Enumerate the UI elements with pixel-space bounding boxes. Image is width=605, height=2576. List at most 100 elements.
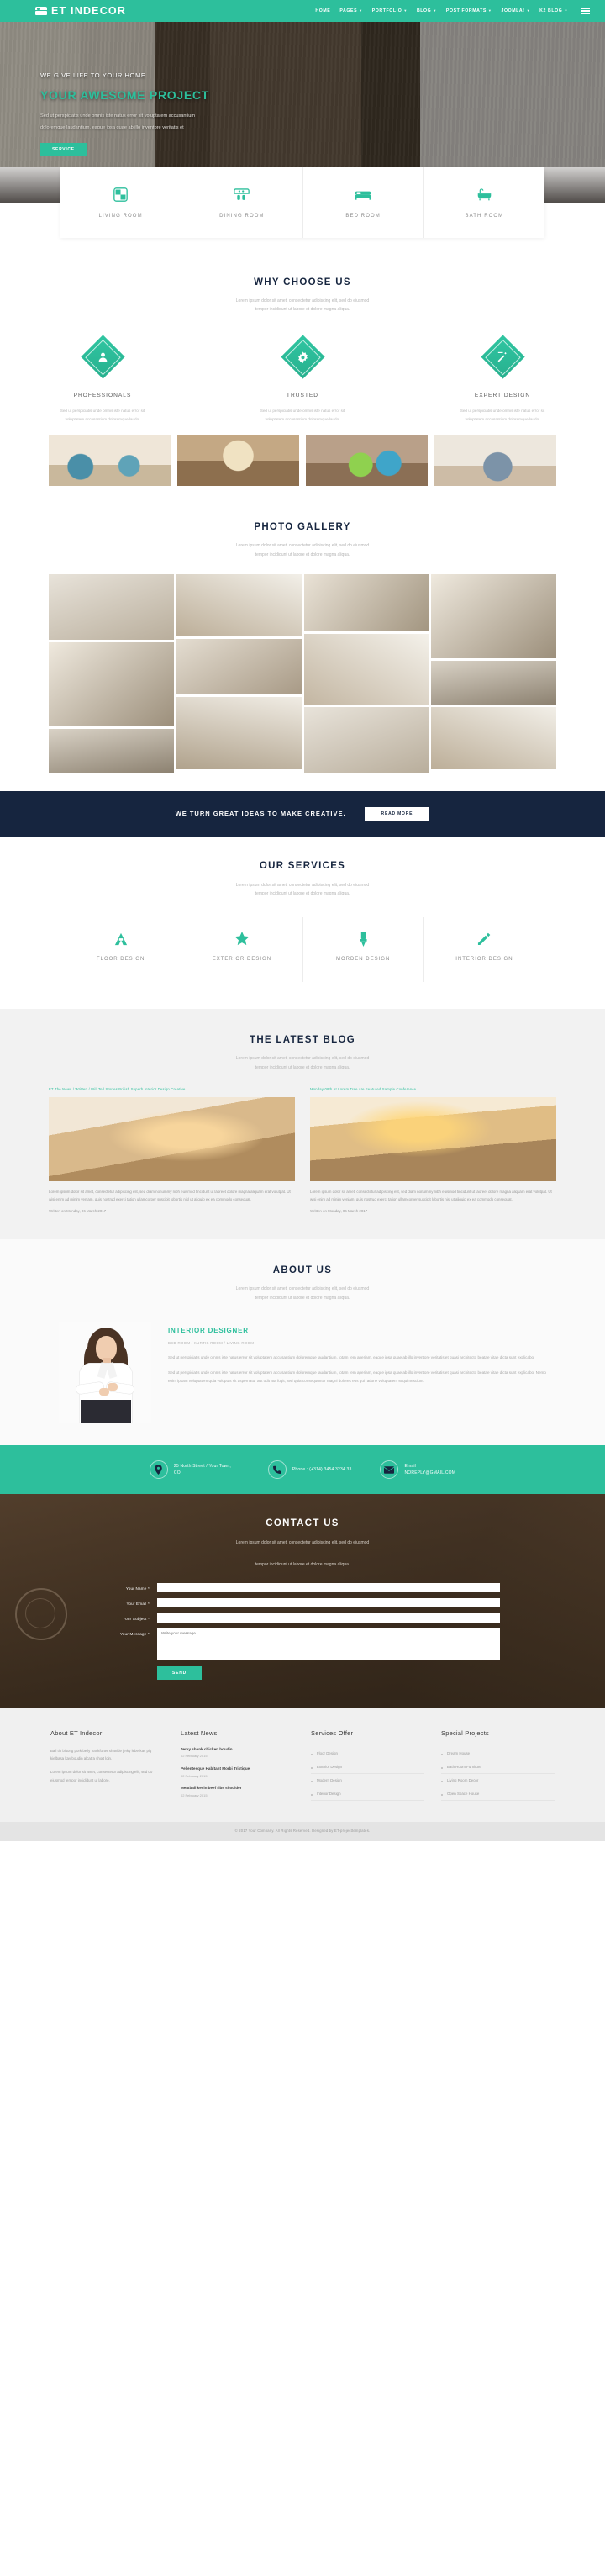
service-item-morden-design[interactable]: MORDEN DESIGN xyxy=(303,916,424,983)
blog-post-image[interactable] xyxy=(49,1097,295,1182)
footer-col-services: Services Offer Floor Design Exterior Des… xyxy=(311,1729,424,1806)
gallery-image[interactable] xyxy=(303,574,429,632)
why-item-name: EXPERT DESIGN xyxy=(474,392,531,399)
nav-item-blog[interactable]: BLOG ▼ xyxy=(417,8,437,14)
nav-item-portfolio[interactable]: PORTFOLIO ▼ xyxy=(372,8,408,14)
room-label: BATH ROOM xyxy=(465,214,504,219)
list-item[interactable]: Bath Room Furniture xyxy=(441,1760,555,1774)
gallery-image[interactable] xyxy=(431,661,556,705)
cta-read-more-button[interactable]: READ MORE xyxy=(364,807,430,821)
gallery-image[interactable] xyxy=(431,707,556,770)
news-item[interactable]: Pellentesque Habitant Morbi Tristique 02… xyxy=(181,1766,294,1779)
blog-post-meta[interactable]: Monday 08th At Lorem Tree are Featured S… xyxy=(310,1087,556,1093)
user-icon xyxy=(97,351,108,362)
why-item-line1: Sed ut perspiciatis unde omnis iste natu… xyxy=(460,408,545,413)
footer-about-text1: Ball tip biltong pork belly frankfurter … xyxy=(50,1748,152,1761)
hero-service-button[interactable]: SERVICE xyxy=(40,143,87,157)
field-row-subject: Your Subject * xyxy=(105,1613,500,1623)
about-paragraph-2: Sed ut perspiciatis unde omnis iste natu… xyxy=(168,1370,546,1384)
photo-gallery-section: PHOTO GALLERY Lorem ipsum dolor sit amet… xyxy=(0,498,605,773)
blog-post[interactable]: ET The News / Written / Will Tell Storie… xyxy=(49,1087,295,1213)
blog-post[interactable]: Monday 08th At Lorem Tree are Featured S… xyxy=(310,1087,556,1213)
thumbnail-image[interactable] xyxy=(306,435,428,486)
list-item[interactable]: Interior Design xyxy=(311,1787,424,1801)
nav-label: K2 BLOG xyxy=(539,8,563,13)
thumbnail-image[interactable] xyxy=(177,435,299,486)
services-desc-line2: tempor incididunt ut labore et dolore ma… xyxy=(255,891,350,896)
news-title[interactable]: Pellentesque Habitant Morbi Tristique xyxy=(181,1766,294,1772)
nav-item-post-formats[interactable]: POST FORMATS ▼ xyxy=(446,8,492,14)
gallery-column xyxy=(49,574,174,773)
thumbnail-image[interactable] xyxy=(434,435,556,486)
gallery-image[interactable] xyxy=(176,697,302,770)
gallery-image[interactable] xyxy=(176,639,302,695)
service-item-interior-design[interactable]: INTERIOR DESIGN xyxy=(424,917,544,983)
info-address: 25 North Street / Your Town, CO. xyxy=(149,1460,239,1480)
thumbnail-image[interactable] xyxy=(49,435,171,486)
about-info: INTERIOR DESIGNER BED ROOM / KURTIS ROOM… xyxy=(168,1322,546,1392)
why-item-expert-design: EXPERT DESIGN Sed ut perspiciatis unde o… xyxy=(429,335,576,424)
phone-text: Phone : (+314) 3454 3234 33 xyxy=(292,1466,352,1472)
hamburger-icon[interactable] xyxy=(581,8,590,14)
list-item[interactable]: Modern Design xyxy=(311,1774,424,1787)
service-label: FLOOR DESIGN xyxy=(96,956,145,962)
subject-input[interactable] xyxy=(157,1613,500,1623)
message-textarea[interactable] xyxy=(157,1628,500,1660)
nav-label: PAGES xyxy=(339,8,358,13)
blog-post-text: Lorem ipsum dolor sit amet, consectetur … xyxy=(310,1190,552,1202)
about-desc-line2: tempor incididunt ut labore et dolore ma… xyxy=(255,1295,350,1301)
blog-post-image[interactable] xyxy=(310,1097,556,1182)
why-items-row: PROFESSIONALS Sed ut perspiciatis unde o… xyxy=(0,330,605,424)
gallery-image[interactable] xyxy=(431,574,556,659)
avatar xyxy=(59,1322,151,1424)
room-label: DINING ROOM xyxy=(219,214,265,219)
list-item[interactable]: Open Space House xyxy=(441,1787,555,1801)
page-title: ABOUT US xyxy=(272,1264,333,1275)
gallery-image[interactable] xyxy=(49,642,174,727)
gallery-section-head: PHOTO GALLERY Lorem ipsum dolor sit amet… xyxy=(0,498,605,574)
blog-post-meta[interactable]: ET The News / Written / Will Tell Storie… xyxy=(49,1087,295,1093)
gallery-image[interactable] xyxy=(49,729,174,773)
address-text: 25 North Street / Your Town, CO. xyxy=(173,1463,231,1476)
nav-item-pages[interactable]: PAGES ▼ xyxy=(339,8,362,14)
gallery-image[interactable] xyxy=(303,634,429,705)
main-nav: HOME PAGES ▼ PORTFOLIO ▼ BLOG ▼ POST FORMAT… xyxy=(315,8,593,14)
nav-item-joomla[interactable]: JOOMLA! ▼ xyxy=(501,8,530,14)
gallery-image[interactable] xyxy=(176,574,302,637)
service-item-exterior-design[interactable]: EXTERIOR DESIGN xyxy=(182,916,303,983)
gallery-image[interactable] xyxy=(303,707,429,773)
gallery-image[interactable] xyxy=(49,574,174,641)
why-desc-line2: tempor incididunt ut labore et dolore ma… xyxy=(255,307,350,313)
diamond-badge xyxy=(429,335,576,380)
nav-item-home[interactable]: HOME xyxy=(315,8,330,14)
list-item[interactable]: Floor Design xyxy=(311,1747,424,1760)
email-field[interactable] xyxy=(157,1597,500,1607)
name-input[interactable] xyxy=(157,1582,500,1592)
list-item[interactable]: Dream House xyxy=(441,1747,555,1760)
news-title[interactable]: Meatball kevin beef ribs shoulder xyxy=(181,1786,294,1792)
service-item-floor-design[interactable]: FLOOR DESIGN xyxy=(60,916,182,983)
send-button[interactable]: SEND xyxy=(157,1665,203,1680)
why-item-line2: voluptatem accusantium doloremque laudo. xyxy=(265,416,340,421)
news-item[interactable]: Jerky shank chicken boudin 02 February 2… xyxy=(181,1747,294,1760)
nav-item-k2-blog[interactable]: K2 BLOG ▼ xyxy=(539,8,568,14)
email-value[interactable]: NOREPLY@GMAIL.COM xyxy=(404,1470,455,1475)
room-item-bath[interactable]: BATH ROOM xyxy=(424,167,544,238)
room-item-living[interactable]: LIVING ROOM xyxy=(60,167,182,238)
four-squares-icon xyxy=(64,186,177,203)
brand-logo[interactable]: ET INDECOR xyxy=(35,3,126,19)
nav-label: JOOMLA! xyxy=(501,8,525,13)
news-item[interactable]: Meatball kevin beef ribs shoulder 02 Feb… xyxy=(181,1786,294,1798)
list-item[interactable]: Exterior Design xyxy=(311,1760,424,1774)
email-label: Your Email * xyxy=(126,1601,150,1606)
contact-inner: CONTACT US Lorem ipsum dolor sit amet, c… xyxy=(0,1516,605,1680)
chevron-down-icon: ▼ xyxy=(403,8,408,13)
hero-subtitle: WE GIVE LIFE TO YOUR HOME xyxy=(40,71,146,79)
room-item-dining[interactable]: DINING ROOM xyxy=(182,167,303,238)
why-item-line2: voluptatem accusantium doloremque laudo. xyxy=(465,416,540,421)
list-item[interactable]: Living Room Decor xyxy=(441,1774,555,1787)
news-title[interactable]: Jerky shank chicken boudin xyxy=(181,1747,294,1753)
room-item-bed[interactable]: BED ROOM xyxy=(303,167,424,238)
news-date: 02 February 2015 xyxy=(181,1792,208,1797)
chevron-down-icon: ▼ xyxy=(433,8,437,13)
